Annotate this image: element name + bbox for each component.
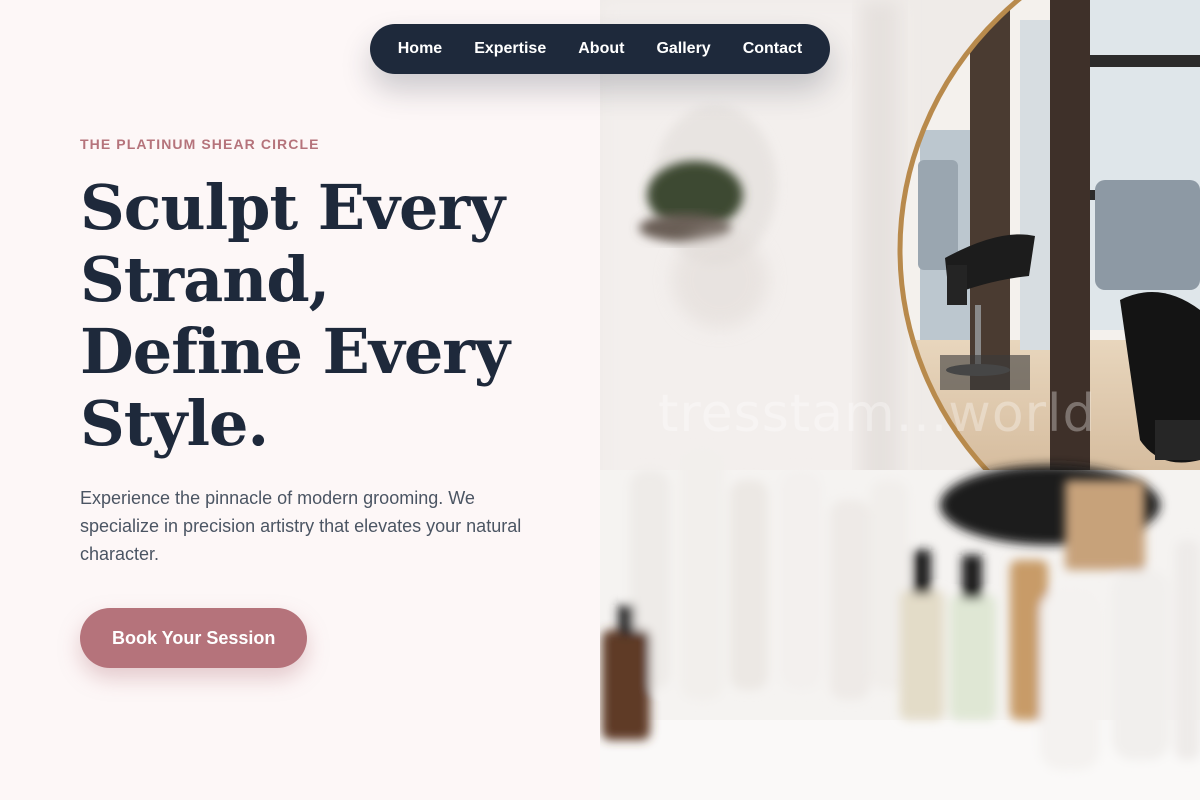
headline-line: Style. — [80, 387, 269, 460]
nav-about[interactable]: About — [578, 40, 624, 58]
nav-home[interactable]: Home — [398, 40, 442, 58]
nav-gallery[interactable]: Gallery — [656, 40, 710, 58]
headline-line: Sculpt Every — [80, 171, 505, 244]
headline-line: Define Every — [80, 315, 510, 388]
hero-description: Experience the pinnacle of modern groomi… — [80, 488, 522, 564]
hero-section: THE PLATINUM SHEAR CIRCLE Sculpt Every S… — [0, 0, 600, 800]
image-watermark: tresstam...world — [658, 384, 1097, 444]
main-nav: Home Expertise About Gallery Contact — [370, 24, 830, 74]
hero-eyebrow: THE PLATINUM SHEAR CIRCLE — [80, 136, 320, 152]
hero-headline: Sculpt Every Strand, Define Every Style. — [80, 172, 560, 460]
hero-image: tresstam...world — [600, 0, 1200, 800]
headline-line: Strand, — [80, 243, 330, 316]
book-session-button[interactable]: Book Your Session — [80, 608, 308, 668]
nav-expertise[interactable]: Expertise — [474, 40, 546, 58]
nav-contact[interactable]: Contact — [743, 40, 803, 58]
